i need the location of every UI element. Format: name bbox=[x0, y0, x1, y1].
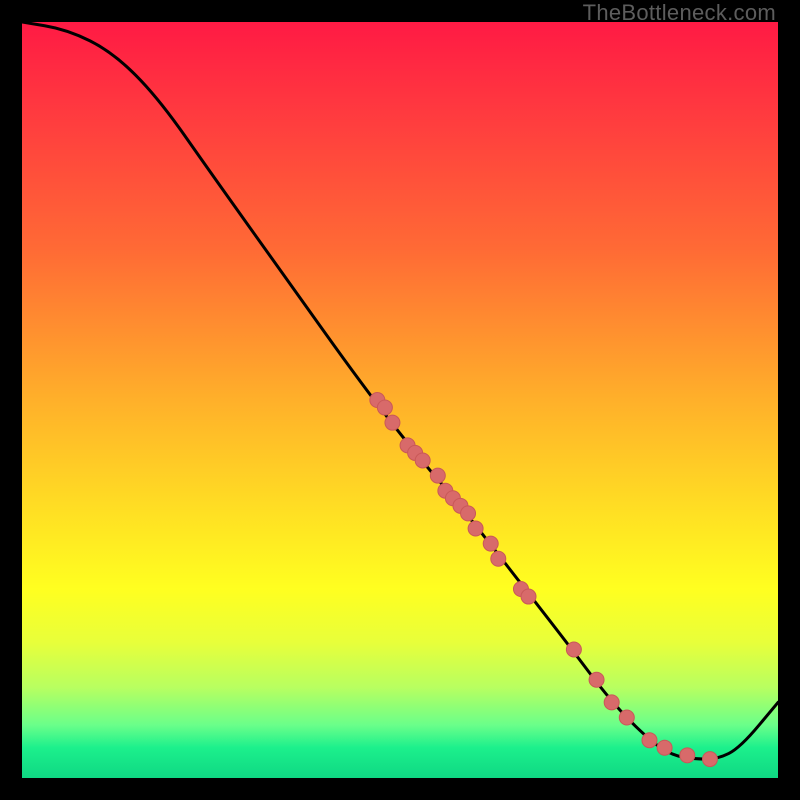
data-point bbox=[702, 752, 717, 767]
data-point bbox=[483, 536, 498, 551]
data-point bbox=[619, 710, 634, 725]
data-point bbox=[461, 506, 476, 521]
data-point bbox=[566, 642, 581, 657]
data-point bbox=[468, 521, 483, 536]
chart-frame: TheBottleneck.com bbox=[0, 0, 800, 800]
data-point bbox=[430, 468, 445, 483]
bottleneck-curve bbox=[22, 22, 778, 759]
chart-plot-area bbox=[22, 22, 778, 778]
curve-layer bbox=[22, 22, 778, 759]
data-point bbox=[521, 589, 536, 604]
data-point bbox=[680, 748, 695, 763]
data-point bbox=[415, 453, 430, 468]
data-point bbox=[377, 400, 392, 415]
data-point bbox=[642, 733, 657, 748]
watermark-text: TheBottleneck.com bbox=[583, 0, 776, 26]
data-point bbox=[589, 672, 604, 687]
data-point bbox=[604, 695, 619, 710]
chart-svg bbox=[22, 22, 778, 778]
data-point bbox=[385, 415, 400, 430]
data-point bbox=[491, 551, 506, 566]
points-layer bbox=[370, 393, 718, 767]
data-point bbox=[657, 740, 672, 755]
